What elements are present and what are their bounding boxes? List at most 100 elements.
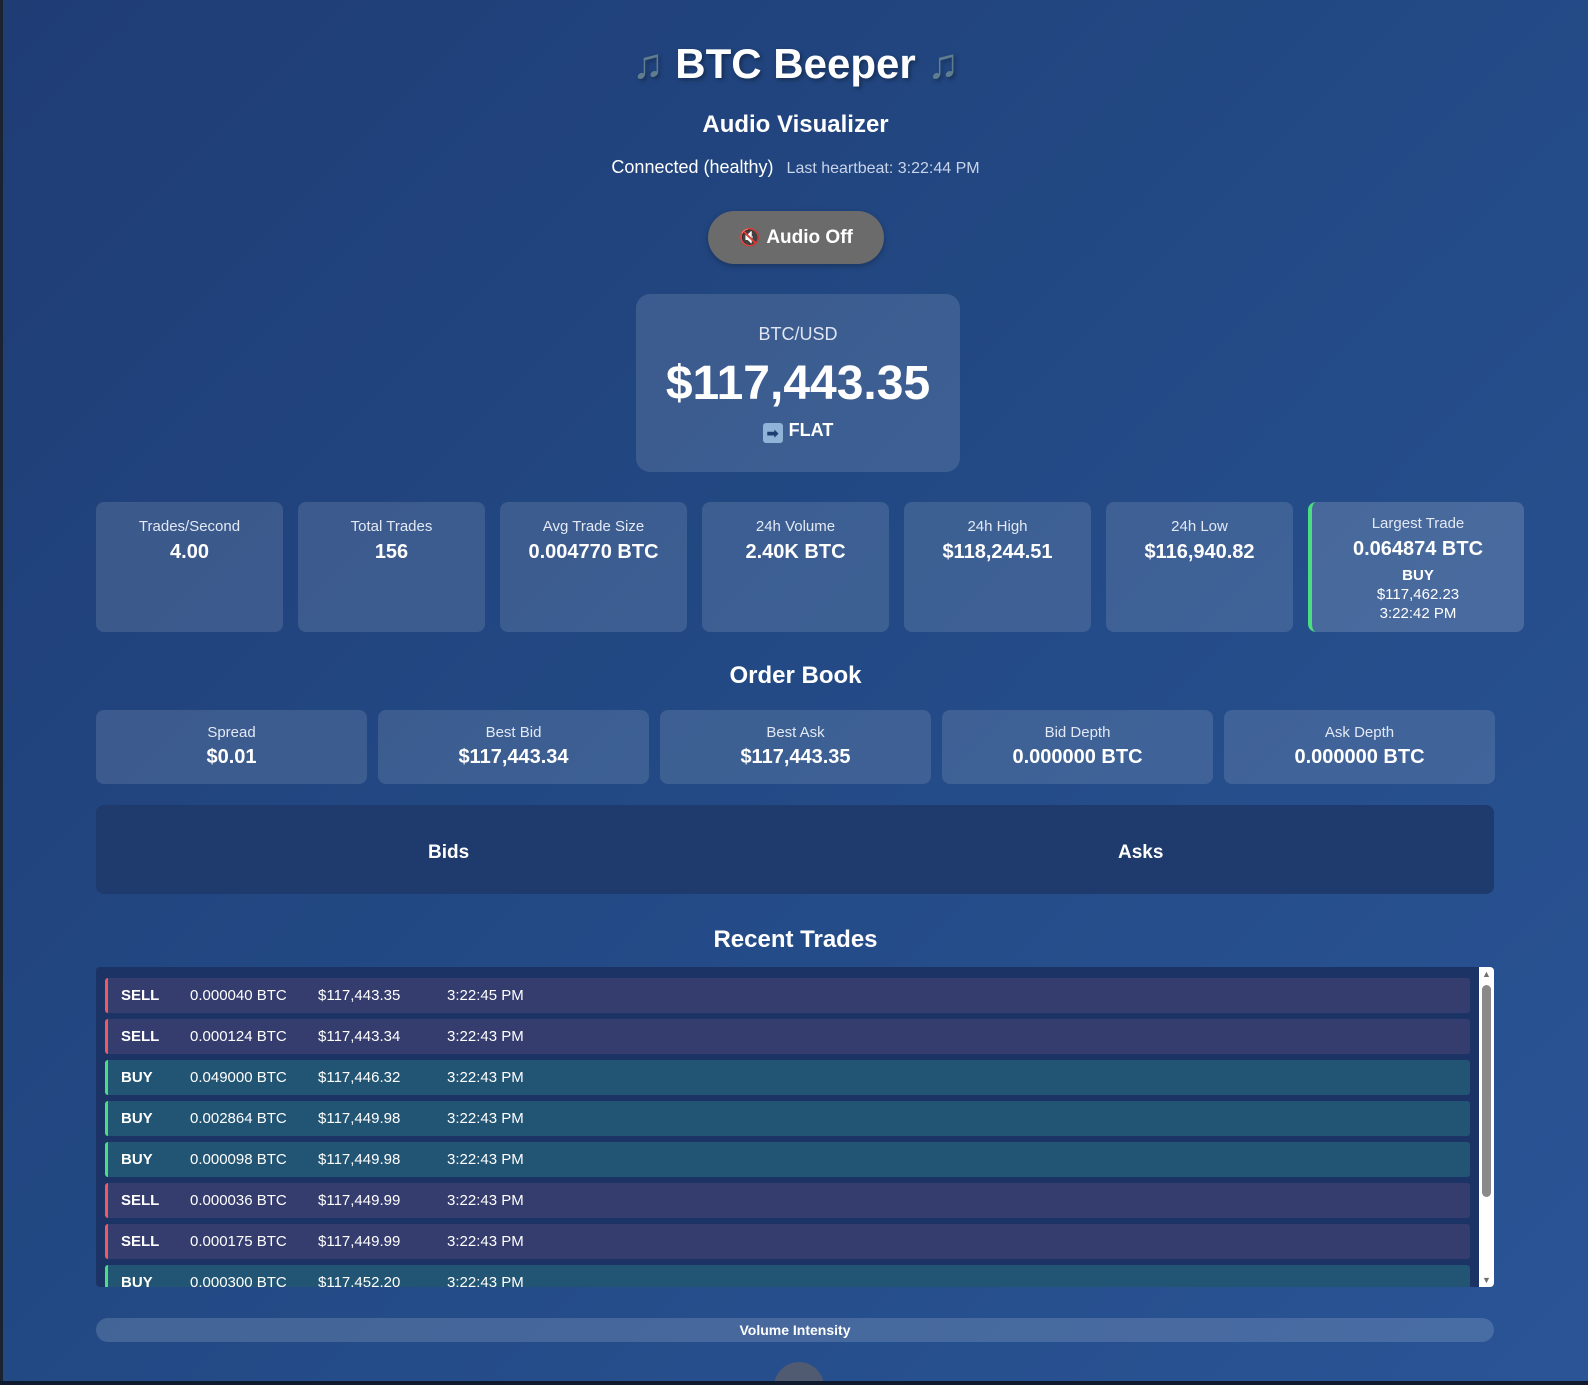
stat-value: 0.064874 BTC — [1352, 538, 1484, 560]
stat-largest-trade: Largest Trade 0.064874 BTC BUY $117,462.… — [1308, 502, 1524, 632]
ob-label: Ask Depth — [1324, 724, 1395, 741]
recent-trades-list[interactable]: SELL 0.000040 BTC $117,443.35 3:22:45 PM… — [96, 967, 1494, 1287]
asks-header: Asks — [1118, 842, 1164, 863]
recent-trades-title: Recent Trades — [713, 926, 878, 953]
order-book-best-bid: Best Bid $117,443.34 — [378, 710, 649, 784]
stat-label: 24h Volume — [755, 518, 836, 535]
ob-value: $117,443.35 — [740, 746, 851, 768]
trade-side: SELL — [121, 1192, 160, 1209]
largest-trade-time: 3:22:42 PM — [1379, 605, 1457, 622]
trades-scrollbar[interactable]: ▲ ▼ — [1479, 967, 1494, 1287]
volume-intensity-bar: Volume Intensity — [96, 1318, 1494, 1342]
price-card: BTC/USD $117,443.35 ➡ FLAT — [636, 294, 960, 472]
bids-header: Bids — [428, 842, 470, 863]
order-book-title: Order Book — [729, 662, 862, 689]
scroll-up-arrow-icon[interactable]: ▲ — [1479, 967, 1494, 981]
trade-side: BUY — [121, 1110, 153, 1127]
trade-amount: 0.000098 BTC — [190, 1151, 287, 1168]
trade-row: BUY 0.002864 BTC $117,449.98 3:22:43 PM — [105, 1101, 1470, 1136]
trade-time: 3:22:43 PM — [447, 1151, 524, 1168]
current-price: $117,443.35 — [665, 357, 931, 410]
trade-amount: 0.049000 BTC — [190, 1069, 287, 1086]
trade-time: 3:22:43 PM — [447, 1028, 524, 1045]
trend-label: FLAT — [788, 420, 834, 440]
stat-label: 24h Low — [1171, 518, 1228, 535]
ob-value: $0.01 — [206, 746, 257, 768]
stat-24h-low: 24h Low $116,940.82 — [1106, 502, 1293, 632]
trade-time: 3:22:43 PM — [447, 1274, 524, 1287]
scroll-thumb[interactable] — [1482, 985, 1491, 1197]
music-note-icon: ♫ — [632, 40, 664, 87]
ob-value: 0.000000 BTC — [1294, 746, 1425, 768]
trade-amount: 0.000036 BTC — [190, 1192, 287, 1209]
trade-row: SELL 0.000175 BTC $117,449.99 3:22:43 PM — [105, 1224, 1470, 1259]
trade-side: BUY — [121, 1151, 153, 1168]
stat-value: 156 — [374, 541, 409, 563]
stat-value: 2.40K BTC — [745, 541, 846, 563]
trade-amount: 0.000040 BTC — [190, 987, 287, 1004]
ob-label: Spread — [207, 724, 256, 741]
audio-toggle-button[interactable]: 🔇 Audio Off — [708, 211, 884, 264]
trade-time: 3:22:43 PM — [447, 1069, 524, 1086]
trade-time: 3:22:43 PM — [447, 1192, 524, 1209]
trade-price: $117,446.32 — [318, 1069, 401, 1086]
trade-row: SELL 0.000040 BTC $117,443.35 3:22:45 PM — [105, 978, 1470, 1013]
order-book-spread: Spread $0.01 — [96, 710, 367, 784]
muted-speaker-icon: 🔇 — [739, 227, 761, 247]
ob-value: 0.000000 BTC — [1012, 746, 1143, 768]
trade-row: BUY 0.000098 BTC $117,449.98 3:22:43 PM — [105, 1142, 1470, 1177]
ob-label: Best Bid — [485, 724, 542, 741]
page-subtitle: Audio Visualizer — [702, 111, 889, 138]
ob-label: Bid Depth — [1044, 724, 1111, 741]
trade-amount: 0.002864 BTC — [190, 1110, 287, 1127]
music-note-icon: ♫ — [927, 40, 959, 87]
order-book-panel: Bids Asks — [96, 805, 1494, 894]
largest-trade-price: $117,462.23 — [1376, 586, 1460, 603]
heartbeat-text: Last heartbeat: 3:22:44 PM — [786, 160, 980, 177]
trade-time: 3:22:45 PM — [447, 987, 524, 1004]
trade-row: BUY 0.049000 BTC $117,446.32 3:22:43 PM — [105, 1060, 1470, 1095]
order-book-best-ask: Best Ask $117,443.35 — [660, 710, 931, 784]
app-background: ♫ BTC Beeper ♫ Audio Visualizer Connecte… — [3, 0, 1588, 1381]
currency-pair: BTC/USD — [758, 324, 838, 344]
cut-off-button[interactable] — [774, 1362, 824, 1381]
stat-avg-trade-size: Avg Trade Size 0.004770 BTC — [500, 502, 687, 632]
connection-status: Connected (healthy) Last heartbeat: 3:22… — [3, 157, 1588, 178]
ob-label: Best Ask — [766, 724, 825, 741]
trade-time: 3:22:43 PM — [447, 1233, 524, 1250]
trade-price: $117,443.34 — [318, 1028, 401, 1045]
trade-row: SELL 0.000124 BTC $117,443.34 3:22:43 PM — [105, 1019, 1470, 1054]
stat-value: $118,244.51 — [942, 541, 1053, 563]
trade-amount: 0.000124 BTC — [190, 1028, 287, 1045]
trade-row: SELL 0.000036 BTC $117,449.99 3:22:43 PM — [105, 1183, 1470, 1218]
trade-row: BUY 0.000300 BTC $117,452.20 3:22:43 PM — [105, 1265, 1470, 1287]
stat-value: 4.00 — [170, 541, 209, 563]
price-trend: ➡ FLAT — [636, 420, 960, 443]
window-bottom-edge — [0, 1381, 1588, 1385]
trade-price: $117,449.98 — [318, 1110, 401, 1127]
trade-price: $117,443.35 — [318, 987, 401, 1004]
stat-value: $116,940.82 — [1144, 541, 1255, 563]
trade-price: $117,449.99 — [318, 1192, 401, 1209]
trade-price: $117,452.20 — [318, 1274, 401, 1287]
order-book-ask-depth: Ask Depth 0.000000 BTC — [1224, 710, 1495, 784]
stat-label: Total Trades — [350, 518, 433, 535]
ob-value: $117,443.34 — [458, 746, 569, 768]
trade-side: SELL — [121, 987, 160, 1004]
stat-total-trades: Total Trades 156 — [298, 502, 485, 632]
trade-side: SELL — [121, 1233, 160, 1250]
trade-amount: 0.000175 BTC — [190, 1233, 287, 1250]
right-arrow-icon: ➡ — [762, 423, 783, 443]
trade-price: $117,449.99 — [318, 1233, 401, 1250]
page-title: ♫ BTC Beeper ♫ — [3, 40, 1588, 88]
scroll-down-arrow-icon[interactable]: ▼ — [1479, 1273, 1494, 1287]
trade-side: BUY — [121, 1274, 153, 1287]
stat-24h-high: 24h High $118,244.51 — [904, 502, 1091, 632]
order-book-bid-depth: Bid Depth 0.000000 BTC — [942, 710, 1213, 784]
stat-label: Avg Trade Size — [542, 518, 645, 535]
stat-label: Largest Trade — [1371, 515, 1465, 532]
stat-value: 0.004770 BTC — [528, 541, 659, 563]
trade-side: BUY — [121, 1069, 153, 1086]
stat-trades-per-second: Trades/Second 4.00 — [96, 502, 283, 632]
title-text: BTC Beeper — [675, 40, 916, 87]
